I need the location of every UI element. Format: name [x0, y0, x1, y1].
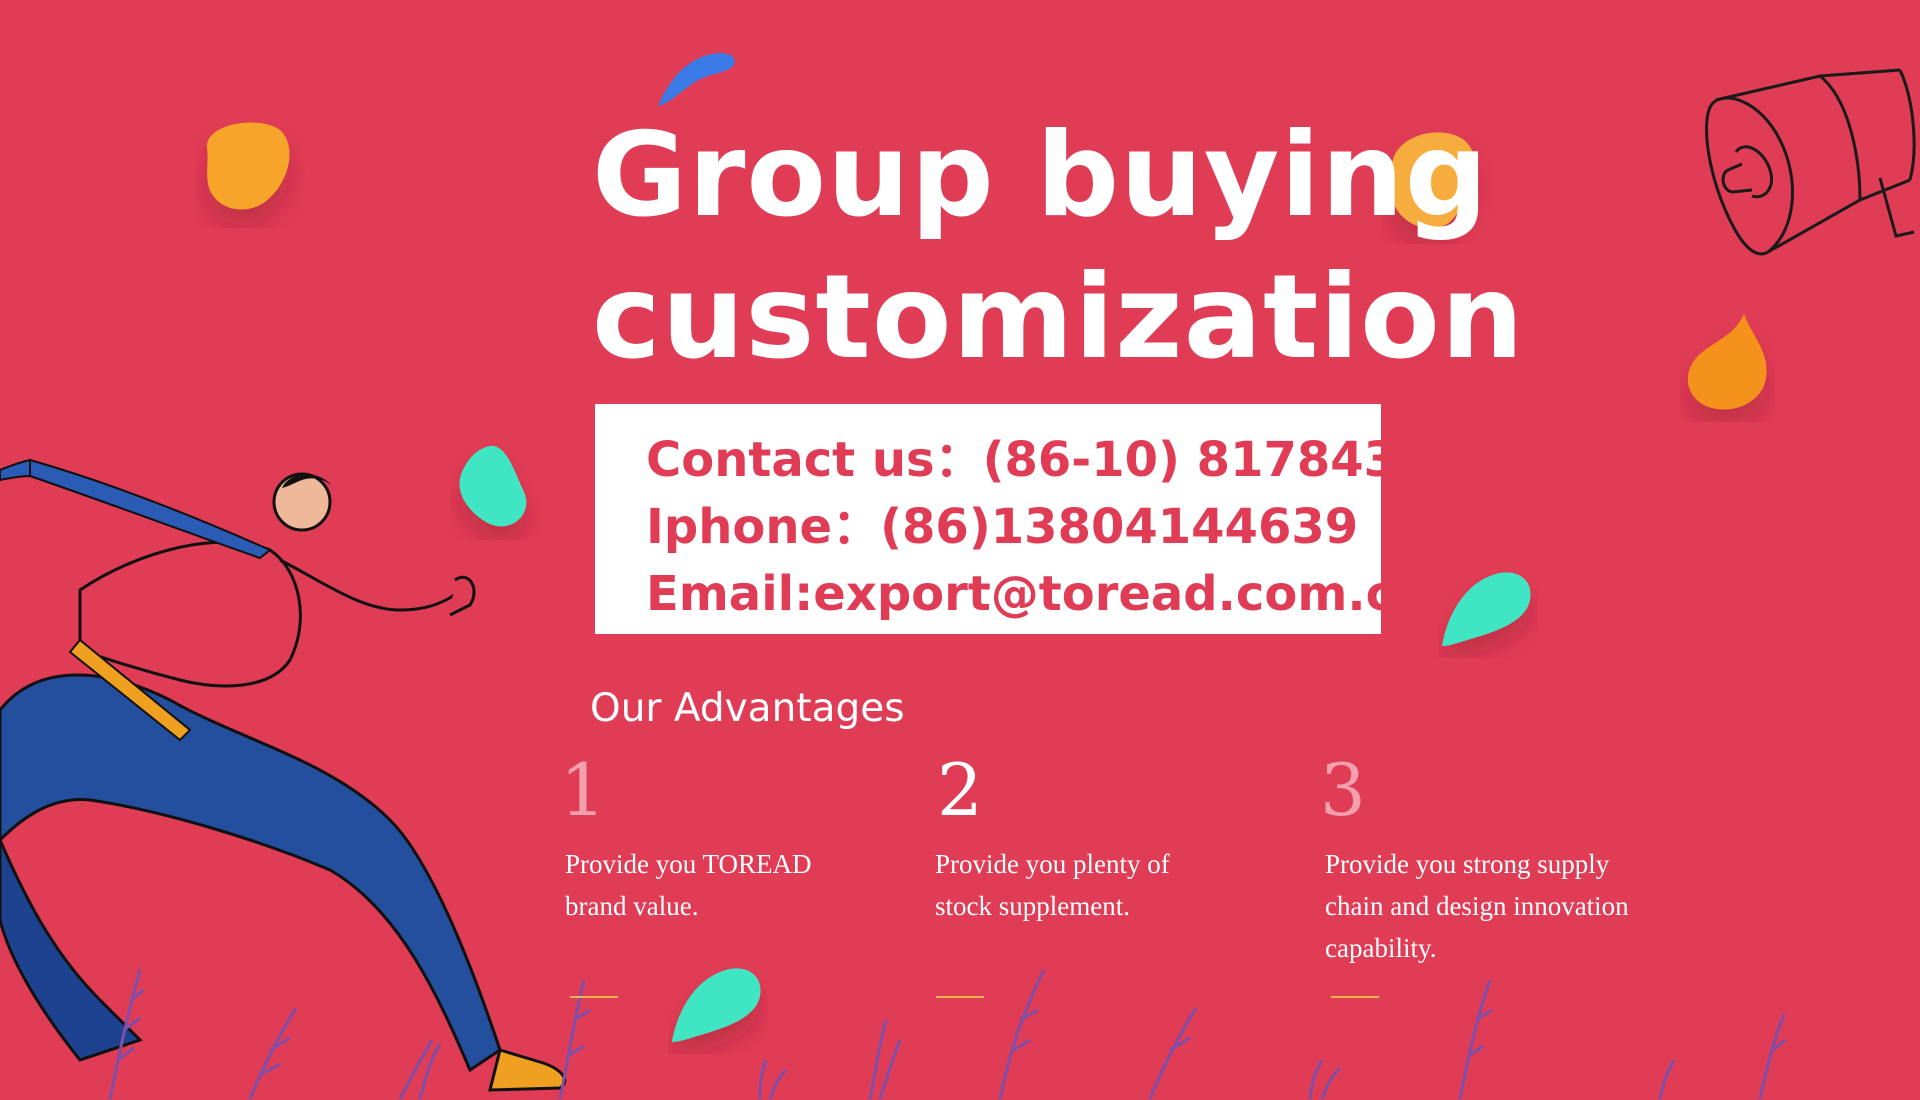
advantage-divider-2	[936, 996, 984, 998]
lavender-grass	[108, 969, 1787, 1099]
contact-card: Contact us：(86-10) 81784311 Iphone：(86)1…	[595, 404, 1464, 634]
title-line-2: customization	[592, 250, 1525, 385]
orange-blob	[1687, 314, 1767, 410]
orange-blob	[206, 122, 290, 210]
blue-drop	[658, 53, 735, 106]
advantage-divider-1	[570, 996, 618, 998]
page-title: Group buying customization	[592, 105, 1525, 389]
advantage-number-2: 2	[937, 748, 983, 832]
advantage-divider-3	[1331, 996, 1379, 998]
advantage-number-1: 1	[560, 748, 606, 832]
advantage-text-2: Provide you plenty of stock supplement.	[935, 849, 1170, 921]
megaphone-icon	[1705, 68, 1916, 256]
teal-blob	[1442, 572, 1531, 646]
advantage-text-3: Provide you strong supply chain and desi…	[1325, 849, 1629, 963]
contact-phone[interactable]: Contact us：(86-10) 81784311	[646, 430, 1464, 490]
contact-iphone[interactable]: Iphone：(86)13804144639	[646, 497, 1358, 557]
contact-email[interactable]: Email:export@toread.com.cn	[646, 564, 1428, 624]
advantage-text-1: Provide you TOREAD brand value.	[565, 849, 812, 921]
advantage-number-3: 3	[1320, 748, 1366, 832]
title-line-1: Group buying	[592, 108, 1489, 243]
advantages-heading: Our Advantages	[590, 686, 905, 731]
